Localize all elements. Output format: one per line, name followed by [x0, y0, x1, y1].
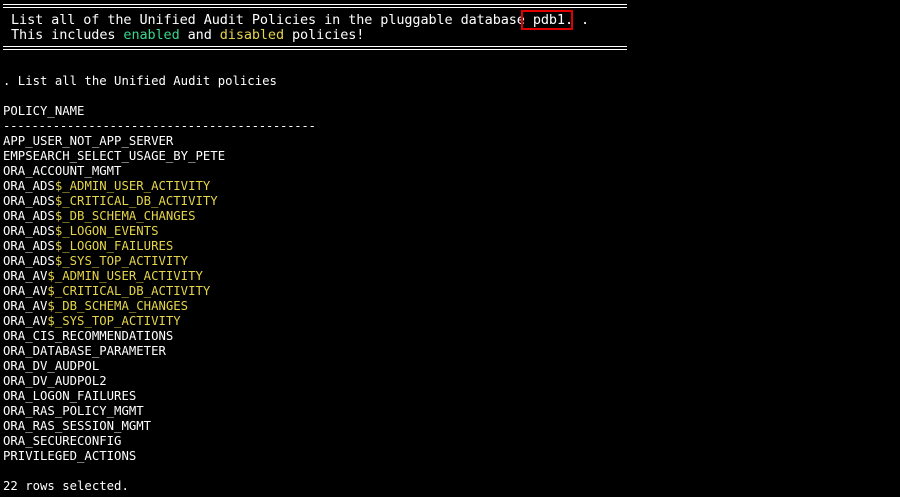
pdb-highlight-box — [521, 10, 573, 30]
policy-name-suffix: $_CRITICAL_DB_ACTIVITY — [54, 194, 218, 208]
table-row: ORA_AV$_CRITICAL_DB_ACTIVITY — [3, 284, 210, 299]
table-row: PRIVILEGED_ACTIONS — [3, 449, 136, 464]
table-row: ORA_ADS$_DB_SCHEMA_CHANGES — [3, 209, 196, 224]
banner-line-2-prefix: This includes — [3, 27, 124, 43]
policy-name-prefix: ORA_ADS — [3, 224, 55, 238]
table-row: ORA_AV$_SYS_TOP_ACTIVITY — [3, 314, 181, 329]
banner-line-1-suffix: . — [572, 12, 590, 28]
policy-name-prefix: ORA_DV_AUDPOL — [3, 359, 100, 373]
policy-name-prefix: ORA_ADS — [3, 179, 55, 193]
policy-name-suffix: $_ADMIN_USER_ACTIVITY — [54, 179, 211, 193]
table-row: ORA_CIS_RECOMMENDATIONS — [3, 329, 173, 344]
table-row: ORA_AV$_DB_SCHEMA_CHANGES — [3, 299, 188, 314]
policy-name-suffix: $_LOGON_EVENTS — [54, 224, 159, 238]
policy-name-prefix: ORA_ADS — [3, 254, 55, 268]
table-row: ORA_ACCOUNT_MGMT — [3, 164, 121, 179]
table-row: ORA_LOGON_FAILURES — [3, 389, 136, 404]
table-row: ORA_SECURECONFIG — [3, 434, 121, 449]
policy-name-suffix: $_SYS_TOP_ACTIVITY — [54, 254, 189, 268]
table-row: APP_USER_NOT_APP_SERVER — [3, 134, 173, 149]
policy-name-suffix: $_SYS_TOP_ACTIVITY — [47, 314, 181, 328]
policy-name-suffix: $_DB_SCHEMA_CHANGES — [54, 209, 196, 223]
table-row: ORA_DV_AUDPOL2 — [3, 374, 107, 389]
banner-enabled-word: enabled — [123, 27, 180, 43]
policy-name-prefix: ORA_AV — [3, 284, 48, 298]
policy-name-prefix: ORA_AV — [3, 314, 48, 328]
policy-name-prefix: ORA_ADS — [3, 239, 55, 253]
policy-name-prefix: EMPSEARCH_SELECT_USAGE_BY_PETE — [3, 149, 226, 163]
policy-name-prefix: ORA_RAS_SESSION_MGMT — [3, 419, 152, 433]
policy-name-prefix: ORA_ADS — [3, 194, 55, 208]
column-rule: ----------------------------------------… — [3, 119, 316, 133]
policy-name-prefix: ORA_ADS — [3, 209, 55, 223]
policy-name-prefix: APP_USER_NOT_APP_SERVER — [3, 134, 174, 148]
table-row: ORA_ADS$_LOGON_FAILURES — [3, 239, 173, 254]
table-row: ORA_ADS$_CRITICAL_DB_ACTIVITY — [3, 194, 218, 209]
policy-name-prefix: ORA_DATABASE_PARAMETER — [3, 344, 166, 358]
banner-line-1-prefix: List all of the Unified Audit Policies i… — [3, 12, 533, 28]
table-row: ORA_RAS_POLICY_MGMT — [3, 404, 144, 419]
policy-name-suffix: $_DB_SCHEMA_CHANGES — [47, 299, 189, 313]
terminal-window: List all of the Unified Audit Policies i… — [0, 0, 900, 497]
policy-name-prefix: ORA_SECURECONFIG — [3, 434, 122, 448]
policy-name-prefix: ORA_DV_AUDPOL2 — [3, 374, 107, 388]
banner-disabled-word: disabled — [219, 27, 284, 43]
banner-line-2: This includes enabled and disabled polic… — [3, 28, 364, 43]
banner-line-2-suffix: policies! — [284, 27, 365, 43]
policy-name-prefix: ORA_LOGON_FAILURES — [3, 389, 137, 403]
rows-selected-footer: 22 rows selected. — [3, 479, 129, 493]
table-row: ORA_RAS_SESSION_MGMT — [3, 419, 151, 434]
policy-name-prefix: ORA_RAS_POLICY_MGMT — [3, 404, 144, 418]
column-header: POLICY_NAME — [3, 104, 85, 118]
policy-name-prefix: ORA_AV — [3, 299, 48, 313]
banner-line-2-and: and — [179, 27, 220, 43]
policy-name-prefix: ORA_ACCOUNT_MGMT — [3, 164, 122, 178]
banner-line-1: List all of the Unified Audit Policies i… — [3, 13, 589, 28]
policy-name-suffix: $_CRITICAL_DB_ACTIVITY — [47, 284, 211, 298]
prompt-text: . List all the Unified Audit policies — [3, 74, 277, 88]
table-row: EMPSEARCH_SELECT_USAGE_BY_PETE — [3, 149, 225, 164]
table-row: ORA_DATABASE_PARAMETER — [3, 344, 166, 359]
table-row: ORA_AV$_ADMIN_USER_ACTIVITY — [3, 269, 203, 284]
policy-name-prefix: ORA_CIS_RECOMMENDATIONS — [3, 329, 174, 343]
policy-name-suffix: $_ADMIN_USER_ACTIVITY — [47, 269, 203, 283]
policy-name-suffix: $_LOGON_FAILURES — [54, 239, 174, 253]
table-row: ORA_ADS$_LOGON_EVENTS — [3, 224, 158, 239]
policy-name-prefix: ORA_AV — [3, 269, 48, 283]
table-row: ORA_ADS$_ADMIN_USER_ACTIVITY — [3, 179, 210, 194]
table-row: ORA_ADS$_SYS_TOP_ACTIVITY — [3, 254, 188, 269]
banner-bottom-rule — [3, 46, 627, 50]
banner-top-rule — [3, 4, 627, 8]
policy-name-prefix: PRIVILEGED_ACTIONS — [3, 449, 137, 463]
table-row: ORA_DV_AUDPOL — [3, 359, 99, 374]
